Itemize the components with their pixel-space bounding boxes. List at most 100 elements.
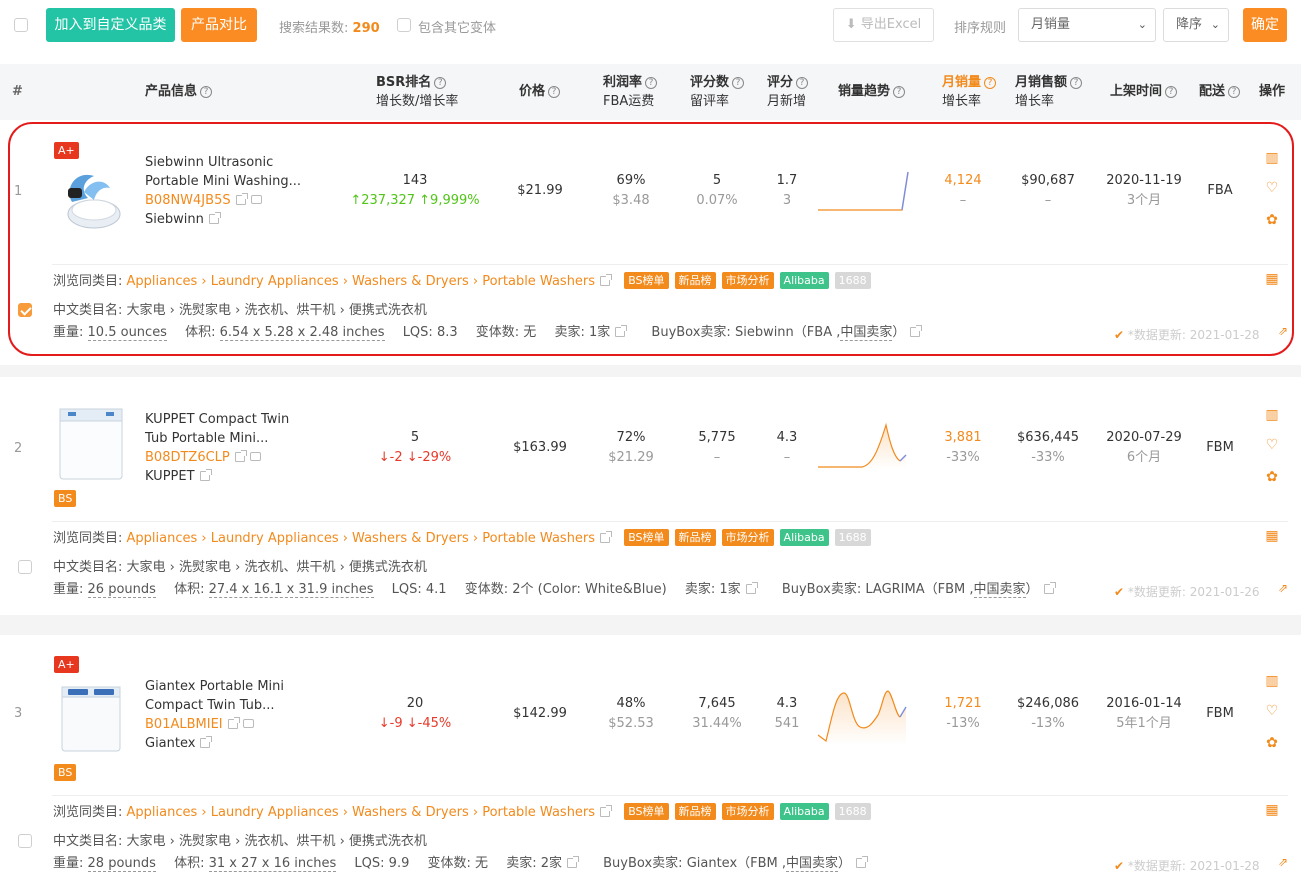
- category-path-link[interactable]: Appliances › Laundry Appliances › Washer…: [127, 531, 596, 546]
- bs-list-tag[interactable]: BS榜单: [624, 803, 669, 820]
- row-separator: [0, 365, 1301, 377]
- share-icon[interactable]: ⇗: [1274, 581, 1292, 595]
- help-icon[interactable]: ?: [548, 86, 561, 98]
- col-monthly-revenue: 月销售额? 增长率: [1015, 73, 1083, 111]
- col-fulfill: 配送?: [1199, 82, 1241, 101]
- fulfill-cell: FBM: [1206, 440, 1234, 455]
- highlight-box: [8, 122, 1294, 356]
- price-cell: $163.99: [513, 440, 567, 455]
- table-header: # 产品信息? BSR排名? 增长数/增长率 价格? 利润率? FBA运费 评分数?…: [0, 64, 1301, 120]
- help-icon[interactable]: ?: [1165, 86, 1178, 98]
- sales-trend-sparkline[interactable]: [816, 421, 910, 471]
- col-monthly-sales[interactable]: 月销量? 增长率: [942, 73, 997, 111]
- help-icon[interactable]: ?: [1070, 77, 1083, 89]
- category-path-link[interactable]: Appliances › Laundry Appliances › Washer…: [127, 805, 596, 820]
- external-link-icon[interactable]: [234, 450, 247, 462]
- col-listed: 上架时间?: [1110, 82, 1178, 101]
- new-list-tag[interactable]: 新品榜: [674, 529, 716, 546]
- external-link-icon[interactable]: [1043, 582, 1056, 594]
- chevron-down-icon: ⌄: [1210, 18, 1220, 31]
- alibaba-tag[interactable]: Alibaba: [779, 803, 829, 820]
- chevron-down-icon: ⌄: [1137, 18, 1147, 31]
- product-image[interactable]: [56, 679, 126, 755]
- external-link-icon[interactable]: [856, 856, 869, 868]
- row-checkbox[interactable]: [18, 834, 32, 848]
- share-icon[interactable]: ⇗: [1274, 855, 1292, 869]
- market-analysis-tag[interactable]: 市场分析: [721, 529, 774, 546]
- confirm-button[interactable]: 确定: [1243, 8, 1287, 42]
- asin-link[interactable]: B01ALBMIEI: [145, 717, 223, 732]
- comment-icon[interactable]: [242, 719, 254, 728]
- brand-link[interactable]: KUPPET: [145, 469, 195, 484]
- browse-category-line: 浏览同类目: Appliances › Laundry Appliances ›…: [53, 803, 877, 823]
- rating-cell: 4.3 541: [774, 696, 800, 731]
- help-icon[interactable]: ?: [984, 77, 997, 89]
- bs-badge: BS: [54, 490, 77, 507]
- cn-category-line: 中文类目名: 大家电 › 洗熨家电 › 洗衣机、烘干机 › 便携式洗衣机: [53, 834, 427, 849]
- product-title[interactable]: KUPPET Compact Twin Tub Portable Mini...…: [145, 410, 289, 486]
- help-icon[interactable]: ?: [796, 77, 809, 89]
- monthly-sales-cell: 3,881 -33%: [944, 430, 982, 465]
- asin-link[interactable]: B08DTZ6CLP: [145, 450, 230, 465]
- bs-badge: BS: [54, 764, 77, 781]
- 1688-tag[interactable]: 1688: [834, 803, 871, 820]
- monthly-sales-cell: 1,721 -13%: [944, 696, 982, 731]
- col-reviews: 评分数? 留评率: [690, 73, 745, 111]
- target-icon[interactable]: ✿: [1263, 469, 1281, 485]
- select-all-checkbox[interactable]: [14, 18, 28, 32]
- col-product: 产品信息?: [145, 82, 213, 101]
- comment-icon[interactable]: [249, 452, 261, 461]
- 1688-tag[interactable]: 1688: [834, 529, 871, 546]
- bar-chart-icon[interactable]: ▥: [1263, 407, 1281, 423]
- help-icon[interactable]: ?: [1228, 86, 1241, 98]
- help-icon[interactable]: ?: [434, 77, 447, 89]
- calculator-icon[interactable]: ▦: [1263, 802, 1281, 818]
- help-icon[interactable]: ?: [645, 77, 658, 89]
- external-link-icon[interactable]: [199, 469, 212, 481]
- help-icon[interactable]: ?: [200, 86, 213, 98]
- product-title[interactable]: Giantex Portable Mini Compact Twin Tub..…: [145, 677, 284, 753]
- external-link-icon[interactable]: [600, 531, 613, 543]
- table-row: 2 BS KUPPET Compact Twin Tub Portable Mi…: [0, 377, 1301, 613]
- bar-chart-icon[interactable]: ▥: [1263, 673, 1281, 689]
- external-link-icon[interactable]: [227, 717, 240, 729]
- calculator-icon[interactable]: ▦: [1263, 528, 1281, 544]
- row-index: 2: [14, 441, 23, 456]
- heart-icon[interactable]: ♡: [1263, 703, 1281, 719]
- compare-products-button[interactable]: 产品对比: [181, 8, 257, 42]
- sort-rule-label: 排序规则: [954, 21, 1007, 36]
- external-link-icon[interactable]: [200, 736, 213, 748]
- add-to-custom-category-button[interactable]: 加入到自定义品类: [46, 8, 175, 42]
- target-icon[interactable]: ✿: [1263, 735, 1281, 751]
- export-excel-button[interactable]: ⬇ 导出Excel: [833, 8, 934, 42]
- col-rating: 评分? 月新增: [767, 75, 809, 109]
- external-link-icon[interactable]: [745, 582, 758, 594]
- monthly-revenue-cell: $246,086 -13%: [1016, 696, 1080, 731]
- sort-order-select[interactable]: 降序 ⌄: [1163, 8, 1229, 42]
- help-icon[interactable]: ?: [732, 77, 745, 89]
- rating-cell: 4.3 –: [776, 430, 798, 465]
- monthly-revenue-cell: $636,445 -33%: [1016, 430, 1080, 465]
- external-link-icon[interactable]: [600, 805, 613, 817]
- include-variants-checkbox[interactable]: [397, 18, 411, 32]
- bsr-cell: 5 ↓-2 ↓-29%: [378, 430, 452, 465]
- reviews-cell: 5,775 –: [698, 430, 736, 465]
- data-update: ✔ *数据更新: 2021-01-28: [1114, 859, 1260, 873]
- brand-link[interactable]: Giantex: [145, 736, 195, 751]
- margin-cell: 72% $21.29: [608, 430, 654, 465]
- sales-trend-sparkline[interactable]: [816, 687, 910, 747]
- heart-icon[interactable]: ♡: [1263, 437, 1281, 453]
- help-icon[interactable]: ?: [893, 86, 906, 98]
- margin-cell: 48% $52.53: [608, 696, 654, 731]
- bs-list-tag[interactable]: BS榜单: [624, 529, 669, 546]
- new-list-tag[interactable]: 新品榜: [674, 803, 716, 820]
- listed-date-cell: 2020-07-29 6个月: [1106, 430, 1182, 465]
- external-link-icon[interactable]: [567, 856, 579, 868]
- row-index: 3: [14, 706, 23, 721]
- market-analysis-tag[interactable]: 市场分析: [721, 803, 774, 820]
- col-index: #: [12, 84, 23, 99]
- sort-field-select[interactable]: 月销量 ⌄: [1018, 8, 1156, 42]
- row-checkbox[interactable]: [18, 560, 32, 574]
- alibaba-tag[interactable]: Alibaba: [779, 529, 829, 546]
- product-image[interactable]: [54, 403, 128, 483]
